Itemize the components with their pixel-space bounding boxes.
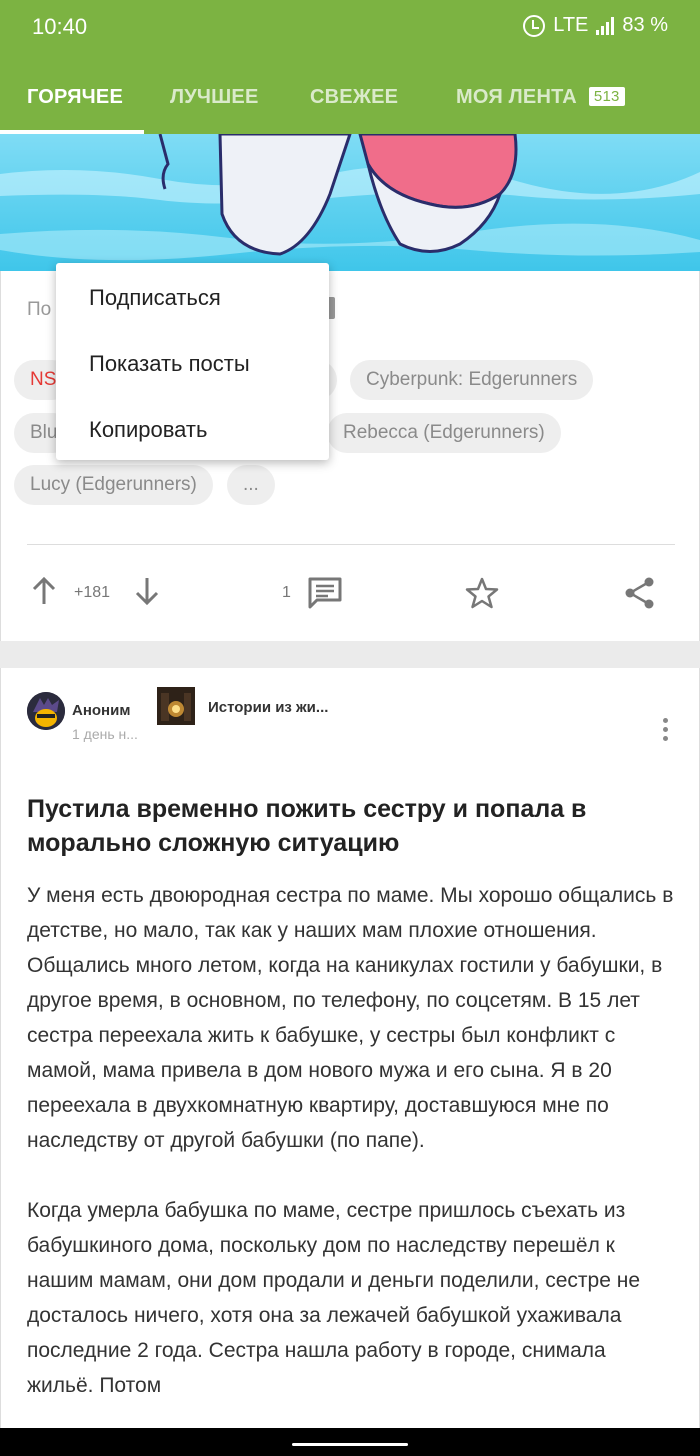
post-paragraph: Когда умерла бабушка по маме, сестре при… [27,1199,641,1397]
menu-item-show-posts[interactable]: Показать посты [89,351,250,377]
comment-icon[interactable] [307,576,343,610]
post-card: Аноним 1 день н... Истории из жи... Пуст… [0,668,700,1456]
tag-lucy[interactable]: Lucy (Edgerunners) [14,465,213,505]
status-time: 10:40 [32,14,88,39]
author-name[interactable]: Аноним [72,702,130,719]
arrow-down-icon[interactable] [134,576,160,606]
battery-label: 83 % [622,14,668,36]
network-label: LTE [553,14,589,36]
community-name[interactable]: Истории из жи... [208,699,328,716]
tab-best[interactable]: ЛУЧШЕЕ [170,86,259,109]
status-bar: 10:40 LTE 83 % [0,0,700,56]
signal-icon [596,16,615,35]
community-icon[interactable] [157,687,195,725]
author-avatar[interactable] [27,692,65,730]
more-options-icon[interactable] [663,718,669,744]
star-icon[interactable] [464,576,500,610]
home-gesture-handle[interactable] [292,1443,408,1446]
alarm-icon [523,14,546,37]
post-title[interactable]: Пустила временно пожить сестру и попала … [27,792,667,860]
card-divider [27,544,675,545]
post-image[interactable] [0,134,700,271]
tab-hot[interactable]: ГОРЯЧЕЕ [27,86,123,109]
menu-item-subscribe[interactable]: Подписаться [89,285,221,311]
feed-tabs: ГОРЯЧЕЕ ЛУЧШЕЕ СВЕЖЕЕ МОЯ ЛЕНТА 513 [0,56,700,134]
tab-my-feed[interactable]: МОЯ ЛЕНТА 513 [456,86,625,109]
comment-count: 1 [282,584,291,601]
tag-more[interactable]: ... [227,465,275,505]
post-partial-text: По [27,299,52,320]
menu-item-copy[interactable]: Копировать [89,417,207,443]
tag-rebecca[interactable]: Rebecca (Edgerunners) [327,413,561,453]
system-nav-bar [0,1428,700,1456]
tab-my-feed-label: МОЯ ЛЕНТА [456,86,577,108]
app-screen: 10:40 LTE 83 % ГОРЯЧЕЕ ЛУЧШЕЕ СВЕЖЕЕ МОЯ… [0,0,700,1456]
tag-context-menu: Подписаться Показать посты Копировать [56,263,329,460]
arrow-up-icon[interactable] [31,576,57,606]
vote-count: +181 [74,584,111,601]
share-icon[interactable] [623,576,657,610]
status-indicators: LTE 83 % [523,14,668,37]
tab-my-feed-badge: 513 [588,87,625,106]
post-time: 1 день н... [72,726,138,742]
tab-fresh[interactable]: СВЕЖЕЕ [310,86,398,109]
tag-cyberpunk[interactable]: Cyberpunk: Edgerunners [350,360,594,400]
post-paragraph: У меня есть двоюродная сестра по маме. М… [27,884,674,1152]
post-body: У меня есть двоюродная сестра по маме. М… [27,878,675,1438]
